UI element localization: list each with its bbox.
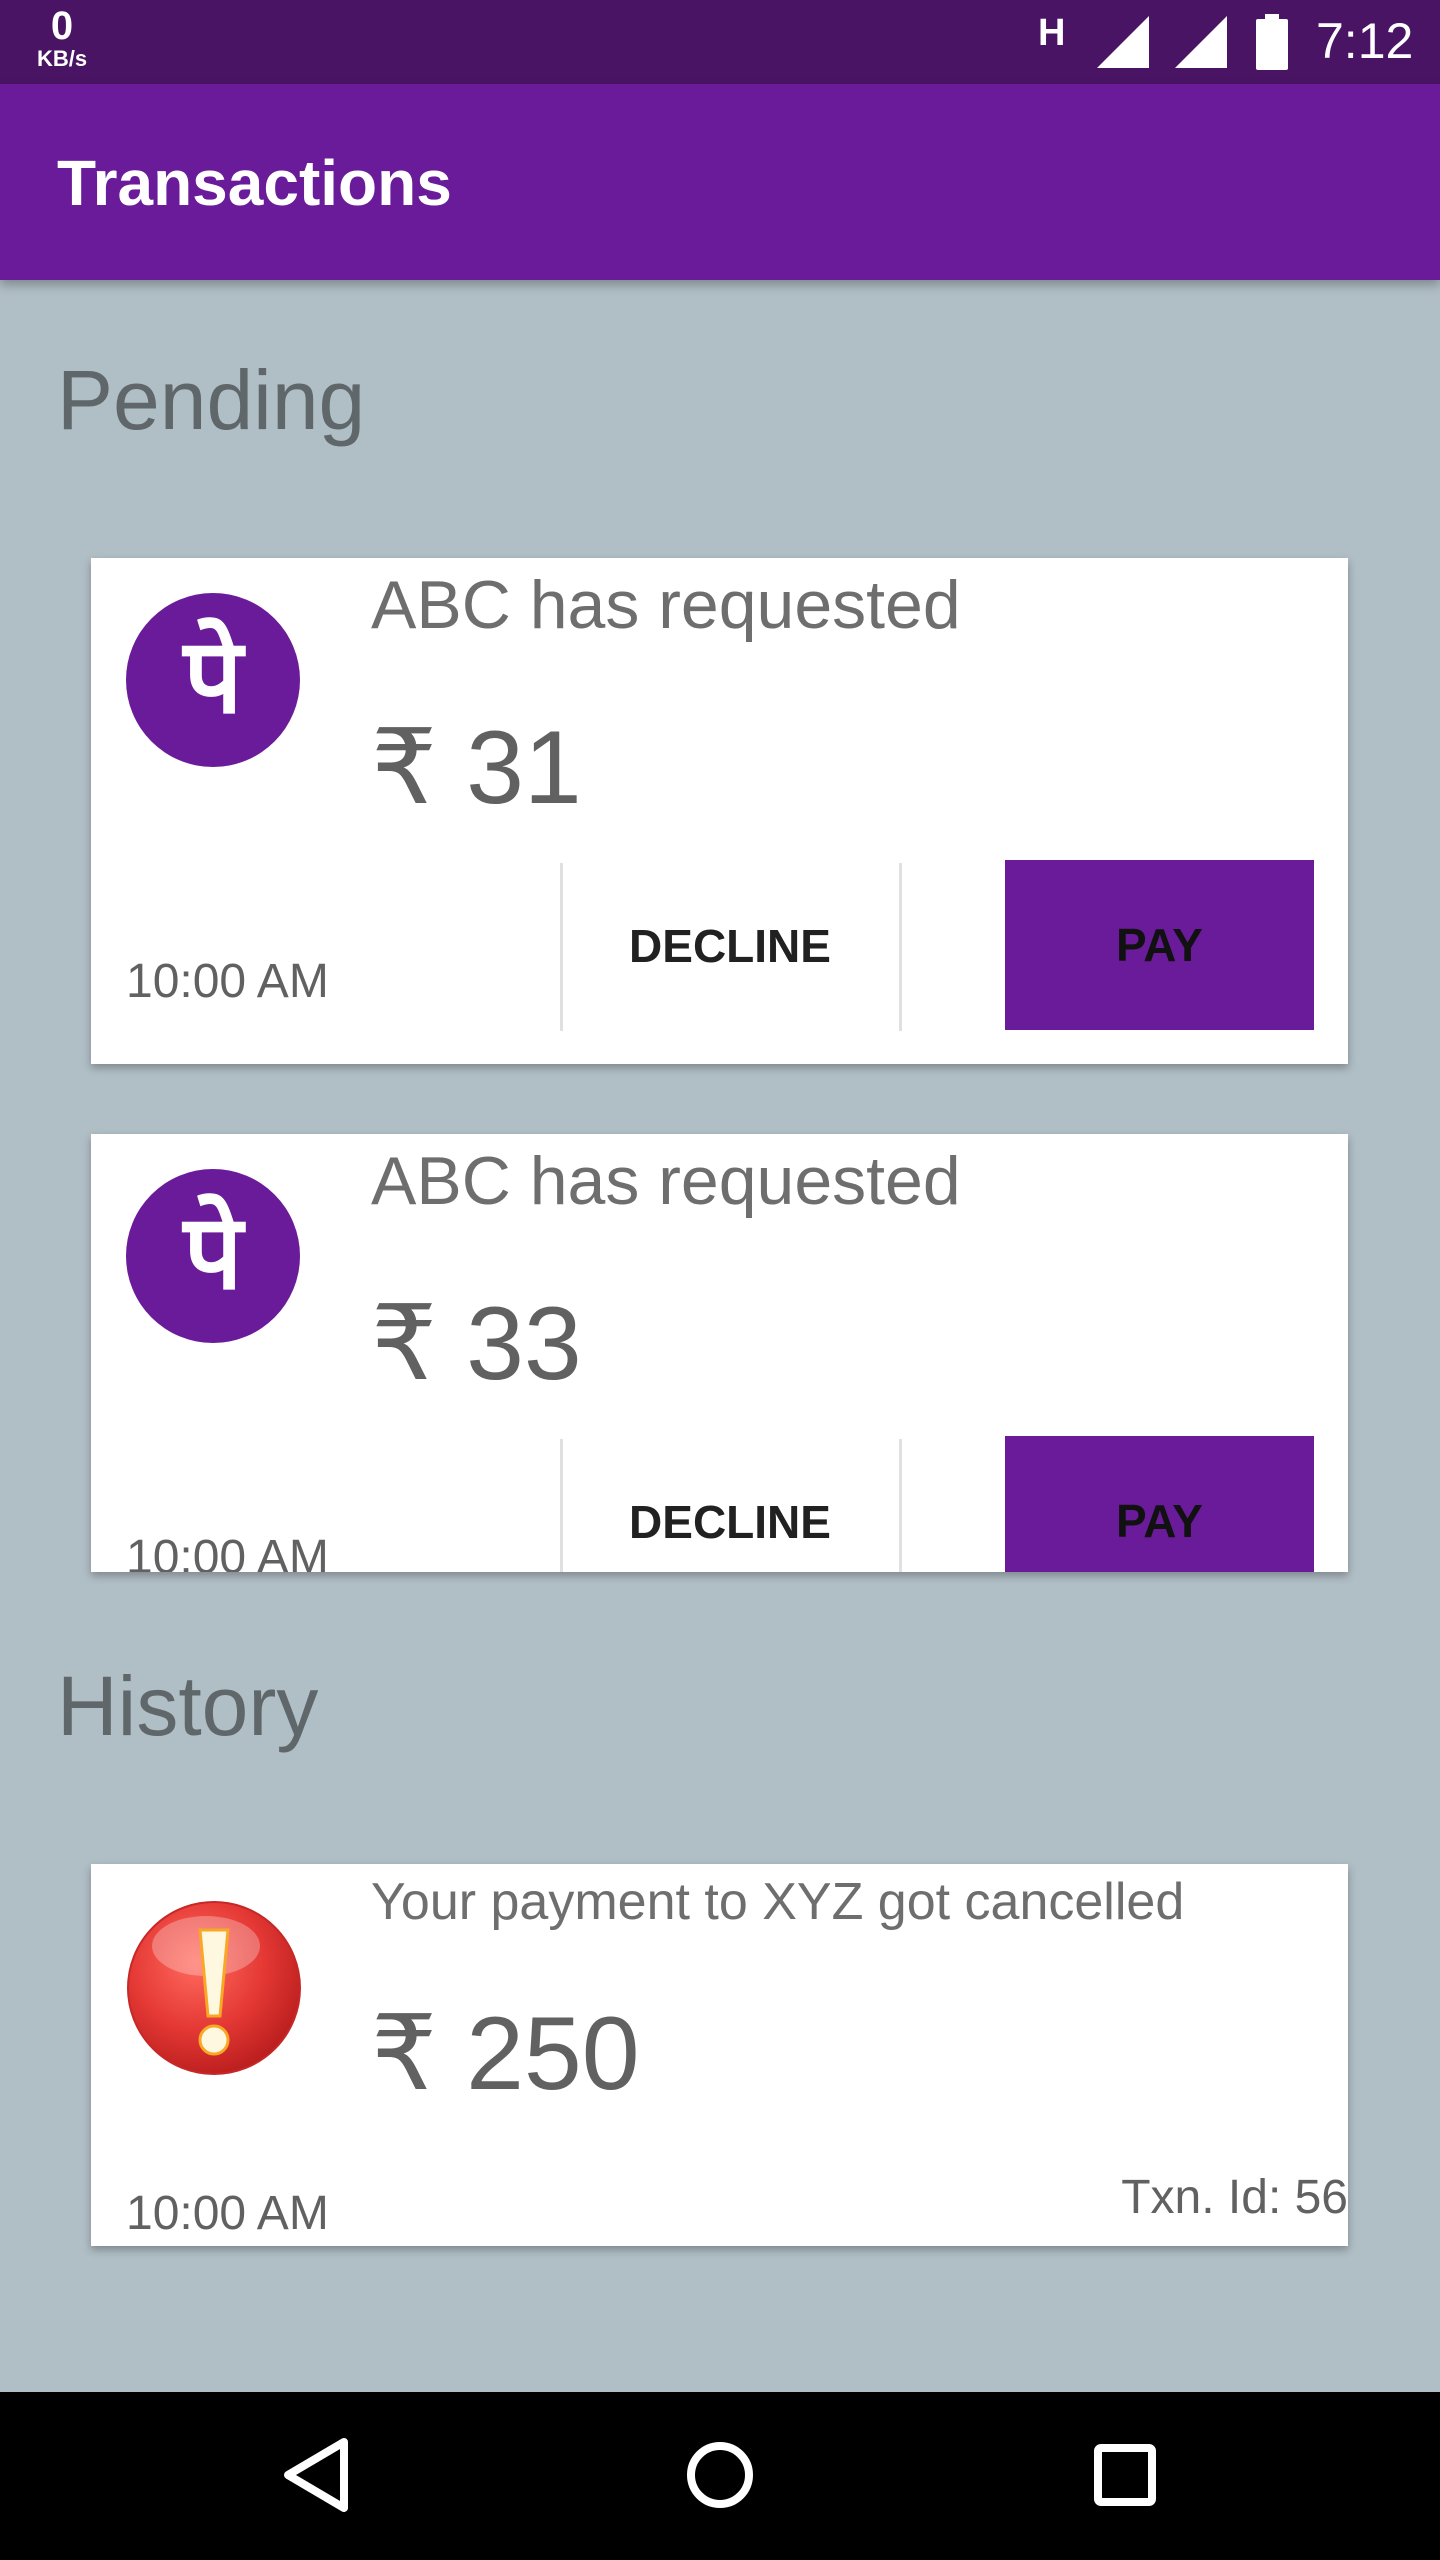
history-amount: ₹ 250 [371,1996,640,2112]
signal-icon [1175,16,1227,68]
battery-icon [1256,14,1288,70]
home-icon[interactable] [675,2420,765,2530]
request-amount: ₹ 33 [371,1286,582,1402]
pay-button[interactable]: PAY [1005,860,1314,1030]
transaction-id: Txn. Id: 56 [1121,2171,1348,2224]
decline-button[interactable]: DECLINE [563,1437,897,1572]
divider [899,1439,902,1572]
network-speed-value: 0 [50,4,74,48]
phonepe-logo-icon: पे [126,593,300,767]
back-icon[interactable] [270,2420,360,2530]
history-time: 10:00 AM [126,2187,329,2240]
network-speed-unit: KB/s [36,46,88,71]
status-bar: 0 KB/s H 7:12 [0,0,1440,84]
request-title: ABC has requested [371,567,961,643]
pending-request-card: पे ABC has requested ₹ 33 10:00 AM DECLI… [91,1134,1348,1572]
navigation-bar [0,2392,1440,2560]
history-title: Your payment to XYZ got cancelled [371,1873,1185,1931]
request-time: 10:00 AM [126,1531,329,1572]
pending-request-card: पे ABC has requested ₹ 31 10:00 AM DECLI… [91,558,1348,1064]
request-amount: ₹ 31 [371,710,582,826]
decline-button[interactable]: DECLINE [563,861,897,1031]
request-time: 10:00 AM [126,955,329,1008]
history-card: Your payment to XYZ got cancelled ₹ 250 … [91,1864,1348,2246]
pay-button[interactable]: PAY [1005,1436,1314,1572]
network-speed: 0 KB/s [30,6,94,70]
request-title: ABC has requested [371,1143,961,1219]
page-title: Transactions [57,147,452,219]
history-heading: History [57,1659,319,1753]
recents-icon[interactable] [1080,2420,1170,2530]
app-bar: Transactions [0,84,1440,280]
pending-heading: Pending [57,353,366,447]
network-type: H [1038,12,1066,54]
alert-icon [127,1901,301,2075]
divider [899,863,902,1031]
phonepe-logo-icon: पे [126,1169,300,1343]
clock: 7:12 [1316,13,1414,69]
signal-icon [1097,16,1149,68]
